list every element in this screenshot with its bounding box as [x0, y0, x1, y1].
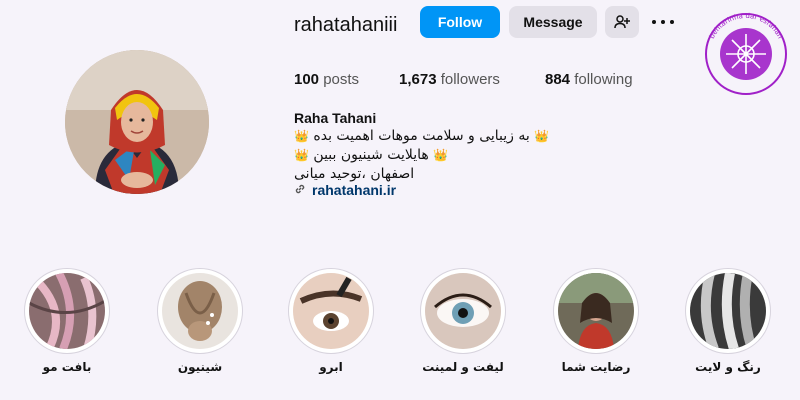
posts-stat[interactable]: 100 posts — [294, 71, 359, 88]
followers-label: followers — [440, 71, 500, 88]
posts-count: 100 — [294, 71, 320, 88]
highlight-item[interactable]: شینیون — [155, 268, 245, 374]
crown-icon: 👑 — [294, 129, 309, 143]
highlight-ring — [553, 268, 639, 354]
following-label: following — [574, 71, 633, 88]
suggested-accounts-button[interactable] — [605, 6, 639, 38]
bio-text-2: هایلایت شینیون ببین — [313, 147, 429, 163]
bio-line-3: اصفهان ،توحید میانی — [294, 166, 415, 182]
avatar-image — [65, 50, 209, 194]
highlight-cover — [162, 273, 238, 349]
crown-icon: 👑 — [294, 148, 309, 162]
highlight-cover — [29, 273, 105, 349]
highlight-label: رضایت شما — [561, 360, 631, 374]
bio-line-1: 👑 به زیبایی و سلامت موهات اهمیت بده 👑 — [294, 128, 549, 144]
profile-full-name: Raha Tahani — [294, 110, 377, 126]
followers-count: 1,673 — [399, 71, 437, 88]
highlight-ring — [157, 268, 243, 354]
highlight-label: لیفت و لمینت — [422, 360, 504, 374]
highlight-cover — [293, 273, 369, 349]
bio-line-2: 👑 هایلایت شینیون ببین 👑 — [294, 147, 448, 163]
highlight-label: ابرو — [319, 360, 343, 374]
highlight-ring — [420, 268, 506, 354]
message-button[interactable]: Message — [509, 6, 597, 38]
highlight-item[interactable]: رنگ و لایت — [683, 268, 773, 374]
posts-label: posts — [323, 71, 360, 88]
profile-link-text: rahatahani.ir — [312, 182, 397, 198]
highlight-cover — [425, 273, 501, 349]
highlight-cover — [558, 273, 634, 349]
highlight-item[interactable]: لیفت و لمینت — [418, 268, 508, 374]
following-count: 884 — [545, 71, 571, 88]
follow-button[interactable]: Follow — [420, 6, 500, 38]
bio-text-1: به زیبایی و سلامت موهات اهمیت بده — [313, 128, 530, 144]
highlight-label: رنگ و لایت — [695, 360, 761, 374]
person-add-icon — [614, 15, 630, 29]
highlight-ring — [288, 268, 374, 354]
crown-icon: 👑 — [534, 129, 550, 143]
more-options-icon[interactable] — [652, 12, 674, 32]
highlight-ring — [24, 268, 110, 354]
followers-stat[interactable]: 1,673 followers — [399, 71, 500, 88]
crown-icon: 👑 — [433, 148, 449, 162]
highlight-item[interactable]: ابرو — [286, 268, 376, 374]
highlight-item[interactable]: رضایت شما — [551, 268, 641, 374]
watermark-logo: behtarinha dar esfahan — [696, 4, 796, 104]
highlight-label: بافت مو — [42, 360, 92, 374]
profile-username: rahatahaniii — [294, 14, 398, 36]
link-icon — [294, 182, 306, 198]
highlight-cover — [690, 273, 766, 349]
profile-link[interactable]: rahatahani.ir — [294, 182, 396, 198]
profile-avatar[interactable] — [65, 50, 209, 194]
highlight-label: شینیون — [177, 360, 223, 374]
following-stat[interactable]: 884 following — [545, 71, 633, 88]
highlight-ring — [685, 268, 771, 354]
highlight-item[interactable]: بافت مو — [22, 268, 112, 374]
